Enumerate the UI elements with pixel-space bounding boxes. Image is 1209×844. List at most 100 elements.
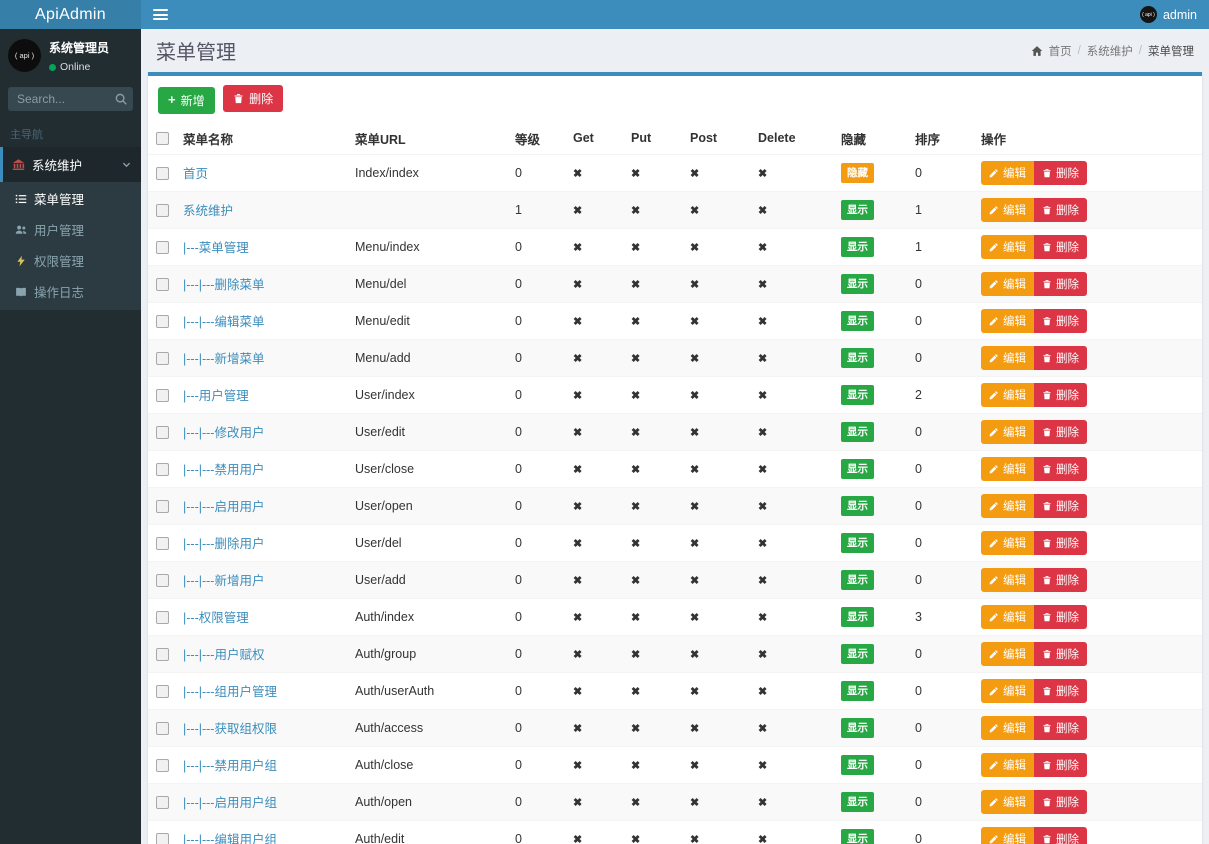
row-checkbox[interactable]: [156, 574, 169, 587]
menu-name-link[interactable]: |---权限管理: [183, 611, 249, 625]
edit-button[interactable]: 编辑: [981, 716, 1034, 740]
menu-name-link[interactable]: |---|---新增用户: [183, 574, 264, 588]
edit-button[interactable]: 编辑: [981, 309, 1034, 333]
row-delete-button[interactable]: 删除: [1034, 161, 1087, 185]
row-checkbox[interactable]: [156, 167, 169, 180]
sidebar-item[interactable]: 菜单管理: [0, 183, 141, 214]
menu-name-link[interactable]: |---|---组用户管理: [183, 685, 277, 699]
row-delete-button[interactable]: 删除: [1034, 790, 1087, 814]
sidebar-item[interactable]: 操作日志: [0, 276, 141, 307]
row-delete-button[interactable]: 删除: [1034, 235, 1087, 259]
navbar-user-menu[interactable]: ( api ) admin: [1140, 6, 1197, 23]
sidebar-section-label: 主导航: [0, 117, 141, 147]
row-checkbox[interactable]: [156, 278, 169, 291]
row-delete-button[interactable]: 删除: [1034, 309, 1087, 333]
edit-button[interactable]: 编辑: [981, 198, 1034, 222]
row-delete-button[interactable]: 删除: [1034, 494, 1087, 518]
menu-url-cell: User/open: [347, 487, 507, 524]
sidebar-item[interactable]: 用户管理: [0, 214, 141, 245]
edit-button[interactable]: 编辑: [981, 494, 1034, 518]
row-checkbox[interactable]: [156, 833, 169, 844]
menu-name-link[interactable]: |---|---新增菜单: [183, 352, 264, 366]
row-checkbox[interactable]: [156, 796, 169, 809]
row-delete-button[interactable]: 删除: [1034, 198, 1087, 222]
sidebar-item-label: 权限管理: [34, 251, 84, 270]
menu-name-link[interactable]: |---|---编辑用户组: [183, 833, 277, 844]
delete-button[interactable]: 删除: [223, 85, 283, 112]
sidebar-toggle-icon[interactable]: [153, 9, 168, 20]
row-delete-button[interactable]: 删除: [1034, 420, 1087, 444]
select-all-checkbox[interactable]: [156, 132, 169, 145]
row-checkbox[interactable]: [156, 685, 169, 698]
row-checkbox[interactable]: [156, 204, 169, 217]
row-delete-button[interactable]: 删除: [1034, 753, 1087, 777]
row-delete-button[interactable]: 删除: [1034, 346, 1087, 370]
edit-button[interactable]: 编辑: [981, 161, 1034, 185]
row-checkbox[interactable]: [156, 722, 169, 735]
menu-name-link[interactable]: |---|---禁用用户: [183, 463, 264, 477]
menu-name-link[interactable]: |---|---删除菜单: [183, 278, 264, 292]
menu-name-link[interactable]: |---|---编辑菜单: [183, 315, 264, 329]
edit-button[interactable]: 编辑: [981, 272, 1034, 296]
row-checkbox[interactable]: [156, 648, 169, 661]
row-checkbox[interactable]: [156, 426, 169, 439]
table-row: |---|---删除菜单Menu/del0✖✖✖✖显示0编辑删除: [148, 265, 1202, 302]
menu-name-link[interactable]: |---|---删除用户: [183, 537, 264, 551]
visibility-badge: 显示: [841, 348, 874, 368]
edit-button[interactable]: 编辑: [981, 383, 1034, 407]
edit-button[interactable]: 编辑: [981, 457, 1034, 481]
menu-name-link[interactable]: |---|---用户赋权: [183, 648, 264, 662]
sidebar: ( api ) 系统管理员 Online 主导航 系统维护 菜单管理用户管理权限…: [0, 29, 141, 844]
edit-button[interactable]: 编辑: [981, 679, 1034, 703]
edit-button[interactable]: 编辑: [981, 753, 1034, 777]
search-icon[interactable]: [114, 92, 128, 106]
row-checkbox[interactable]: [156, 463, 169, 476]
row-delete-button[interactable]: 删除: [1034, 531, 1087, 555]
sidebar-item-system-maintenance[interactable]: 系统维护: [0, 147, 141, 182]
row-delete-button[interactable]: 删除: [1034, 827, 1087, 844]
breadcrumb-item[interactable]: 首页: [1049, 43, 1072, 59]
row-delete-button[interactable]: 删除: [1034, 679, 1087, 703]
row-checkbox[interactable]: [156, 315, 169, 328]
edit-button[interactable]: 编辑: [981, 531, 1034, 555]
row-checkbox[interactable]: [156, 389, 169, 402]
menu-name-link[interactable]: |---|---修改用户: [183, 426, 264, 440]
row-delete-button[interactable]: 删除: [1034, 605, 1087, 629]
sort-cell: 1: [907, 191, 973, 228]
breadcrumb-item[interactable]: 系统维护: [1087, 43, 1133, 59]
row-checkbox[interactable]: [156, 241, 169, 254]
brand-logo[interactable]: ApiAdmin: [0, 0, 141, 29]
online-status-icon: [49, 64, 56, 71]
menu-name-link[interactable]: 首页: [183, 167, 208, 181]
edit-button[interactable]: 编辑: [981, 642, 1034, 666]
edit-button[interactable]: 编辑: [981, 346, 1034, 370]
menu-name-link[interactable]: |---|---启用用户组: [183, 796, 277, 810]
menu-name-link[interactable]: |---|---启用用户: [183, 500, 264, 514]
sort-cell: 0: [907, 339, 973, 376]
add-button[interactable]: + 新增: [158, 87, 215, 114]
menu-name-link[interactable]: |---|---获取组权限: [183, 722, 277, 736]
menu-name-link[interactable]: |---用户管理: [183, 389, 249, 403]
row-checkbox[interactable]: [156, 352, 169, 365]
row-delete-button[interactable]: 删除: [1034, 642, 1087, 666]
row-delete-button[interactable]: 删除: [1034, 383, 1087, 407]
edit-button[interactable]: 编辑: [981, 420, 1034, 444]
row-checkbox[interactable]: [156, 759, 169, 772]
row-checkbox[interactable]: [156, 611, 169, 624]
edit-button[interactable]: 编辑: [981, 827, 1034, 844]
row-delete-button[interactable]: 删除: [1034, 716, 1087, 740]
sidebar-item[interactable]: 权限管理: [0, 245, 141, 276]
edit-button[interactable]: 编辑: [981, 790, 1034, 814]
row-delete-button[interactable]: 删除: [1034, 272, 1087, 296]
edit-button[interactable]: 编辑: [981, 568, 1034, 592]
row-checkbox[interactable]: [156, 537, 169, 550]
edit-button[interactable]: 编辑: [981, 605, 1034, 629]
row-delete-button[interactable]: 删除: [1034, 568, 1087, 592]
row-delete-button[interactable]: 删除: [1034, 457, 1087, 481]
row-checkbox[interactable]: [156, 500, 169, 513]
menu-name-link[interactable]: 系统维护: [183, 204, 233, 218]
get-x-icon: ✖: [573, 575, 582, 587]
edit-button[interactable]: 编辑: [981, 235, 1034, 259]
menu-name-link[interactable]: |---菜单管理: [183, 241, 249, 255]
menu-name-link[interactable]: |---|---禁用用户组: [183, 759, 277, 773]
